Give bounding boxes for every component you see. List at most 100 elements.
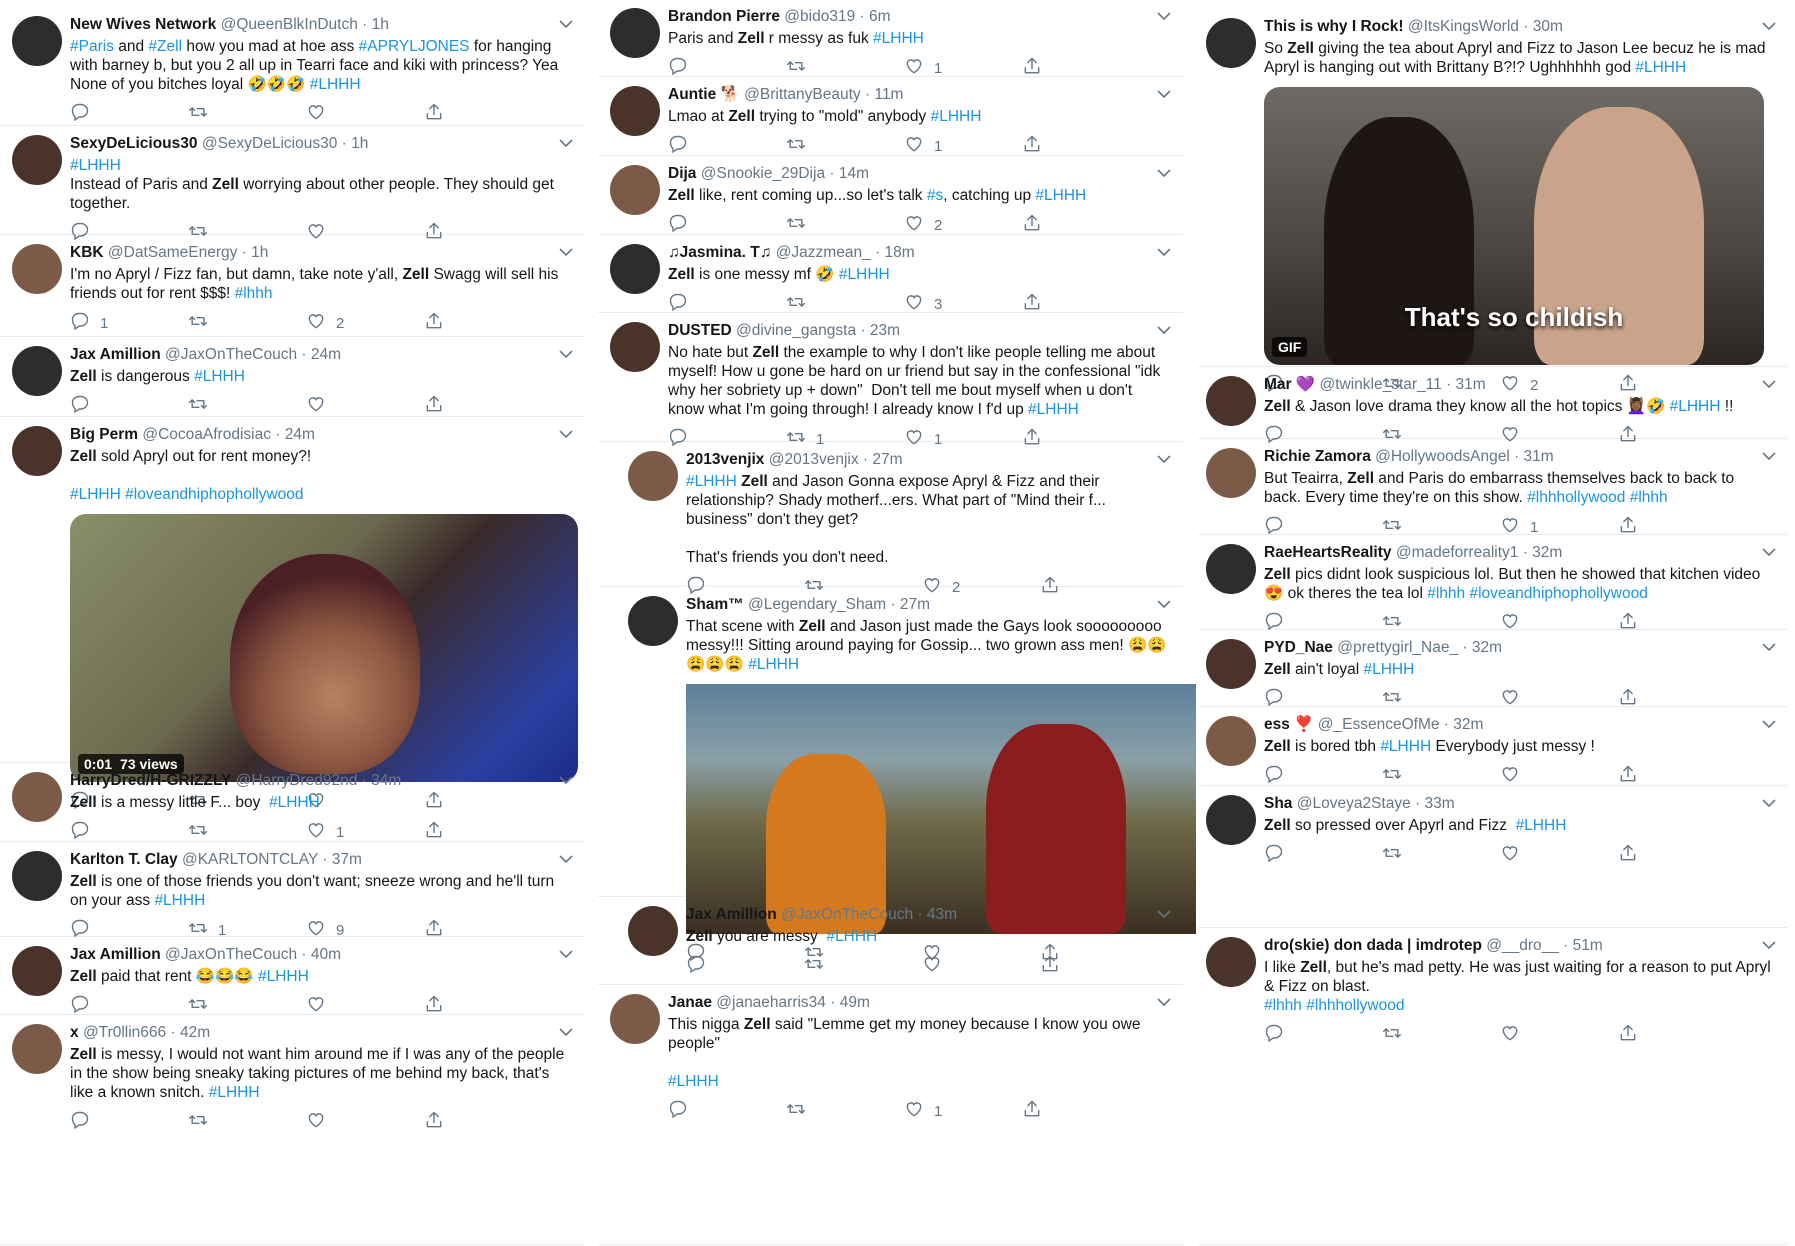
- share-button[interactable]: [1618, 764, 1638, 788]
- hashtag-link[interactable]: #LHHH: [1635, 59, 1686, 76]
- hashtag-link[interactable]: #lhhh: [235, 285, 273, 302]
- reply-button[interactable]: [668, 56, 698, 80]
- chevron-down-icon[interactable]: [1762, 376, 1776, 389]
- hashtag-link[interactable]: #LHHH: [1380, 738, 1431, 755]
- reply-button[interactable]: [668, 134, 698, 158]
- avatar[interactable]: [12, 135, 62, 185]
- share-button[interactable]: [1022, 134, 1042, 158]
- tweet-time[interactable]: · 11m: [865, 86, 903, 103]
- tweet-time[interactable]: · 14m: [829, 165, 869, 182]
- retweet-button[interactable]: [188, 102, 218, 126]
- avatar[interactable]: [610, 165, 660, 215]
- avatar[interactable]: [1206, 544, 1256, 594]
- like-button[interactable]: 1: [904, 134, 942, 158]
- author-handle[interactable]: @twinkle_star_11: [1319, 376, 1441, 393]
- tweet-time[interactable]: · 1h: [362, 16, 389, 33]
- avatar[interactable]: [628, 596, 678, 646]
- author-name[interactable]: Karlton T. Clay: [70, 851, 178, 868]
- tweet[interactable]: Brandon Pierre @bido319 · 6m Paris and Ze…: [598, 0, 1183, 77]
- like-button[interactable]: 1: [306, 820, 344, 844]
- retweet-button[interactable]: [786, 1099, 816, 1123]
- hashtag-link[interactable]: #s: [927, 187, 943, 204]
- tweet-time[interactable]: · 1h: [342, 135, 369, 152]
- tweet[interactable]: dro(skie) don dada | imdrotep @__dro__ ·…: [1198, 929, 1788, 1245]
- video-player[interactable]: 0:01 73 views: [70, 514, 578, 782]
- author-handle[interactable]: @_EssenceOfMe: [1318, 716, 1440, 733]
- like-button[interactable]: [922, 954, 952, 978]
- avatar[interactable]: [12, 244, 62, 294]
- retweet-button[interactable]: [786, 56, 816, 80]
- like-button[interactable]: [1500, 843, 1530, 867]
- author-name[interactable]: Dija: [668, 165, 696, 182]
- avatar[interactable]: [1206, 18, 1256, 68]
- avatar[interactable]: [610, 86, 660, 136]
- chevron-down-icon[interactable]: [1157, 244, 1171, 257]
- chevron-down-icon[interactable]: [559, 244, 573, 257]
- tweet[interactable]: x @Tr0llin666 · 42m Zell is messy, I woul…: [0, 1016, 585, 1245]
- author-handle[interactable]: @madeforreality1: [1396, 544, 1519, 561]
- tweet-time[interactable]: · 42m: [170, 1024, 210, 1041]
- tweet[interactable]: New Wives Network @QueenBlkInDutch · 1h #…: [0, 8, 585, 126]
- author-name[interactable]: This is why I Rock!: [1264, 18, 1404, 35]
- tweet-time[interactable]: · 31m: [1446, 376, 1486, 393]
- tweet[interactable]: ess ❣️ @_EssenceOfMe · 32m Zell is bored …: [1198, 708, 1788, 786]
- hashtag-link[interactable]: #LHHH: [70, 157, 121, 174]
- chevron-down-icon[interactable]: [1762, 448, 1776, 461]
- share-button[interactable]: [424, 820, 444, 844]
- chevron-down-icon[interactable]: [559, 772, 573, 785]
- tweet[interactable]: Dija @Snookie_29Dija · 14m Zell like, ren…: [598, 157, 1183, 235]
- share-button[interactable]: [424, 994, 444, 1018]
- tweet[interactable]: 2013venjix @2013venjix · 27m #LHHH Zell a…: [598, 443, 1183, 596]
- avatar[interactable]: [1206, 795, 1256, 845]
- chevron-down-icon[interactable]: [1157, 596, 1171, 609]
- author-handle[interactable]: @JaxOnTheCouch: [165, 346, 297, 363]
- author-name[interactable]: Sham™: [686, 596, 744, 613]
- author-name[interactable]: ♫Jasmina. T♫: [668, 244, 771, 261]
- tweet-time[interactable]: · 51m: [1563, 937, 1603, 954]
- reply-button[interactable]: [1264, 843, 1294, 867]
- chevron-down-icon[interactable]: [1762, 716, 1776, 729]
- avatar[interactable]: [12, 1024, 62, 1074]
- author-handle[interactable]: @bido319: [784, 8, 855, 25]
- author-name[interactable]: New Wives Network: [70, 16, 216, 33]
- avatar[interactable]: [1206, 376, 1256, 426]
- hashtag-link[interactable]: #lhhh: [1630, 489, 1668, 506]
- author-handle[interactable]: @BrittanyBeauty: [744, 86, 861, 103]
- author-name[interactable]: Jax Amillion: [70, 946, 161, 963]
- author-handle[interactable]: @JaxOnTheCouch: [165, 946, 297, 963]
- author-name[interactable]: dro(skie) don dada | imdrotep: [1264, 937, 1482, 954]
- chevron-down-icon[interactable]: [1762, 937, 1776, 950]
- avatar[interactable]: [610, 322, 660, 372]
- avatar[interactable]: [12, 851, 62, 901]
- share-button[interactable]: [1618, 843, 1638, 867]
- share-button[interactable]: [424, 394, 444, 418]
- author-handle[interactable]: @SexyDeLicious30: [202, 135, 338, 152]
- author-name[interactable]: Brandon Pierre: [668, 8, 780, 25]
- tweet[interactable]: RaeHeartsReality @madeforreality1 · 32m Z…: [1198, 536, 1788, 631]
- avatar[interactable]: [12, 946, 62, 996]
- tweet-time[interactable]: · 32m: [1444, 716, 1484, 733]
- hashtag-link[interactable]: #LHHH: [269, 794, 320, 811]
- author-name[interactable]: KBK: [70, 244, 104, 261]
- avatar[interactable]: [610, 994, 660, 1044]
- author-handle[interactable]: @CocoaAfrodisiac: [142, 426, 271, 443]
- retweet-button[interactable]: [804, 954, 834, 978]
- reply-button[interactable]: [70, 394, 100, 418]
- hashtag-link[interactable]: #Zell: [148, 38, 182, 55]
- hashtag-link[interactable]: #LHHH: [748, 656, 799, 673]
- author-name[interactable]: 2013venjix: [686, 451, 764, 468]
- share-button[interactable]: [1022, 292, 1042, 316]
- tweet-time[interactable]: · 27m: [890, 596, 930, 613]
- tweet[interactable]: HarryDred/H-GRIZZLY @HarryDred92nd · 34m…: [0, 764, 585, 842]
- author-name[interactable]: x: [70, 1024, 79, 1041]
- retweet-button[interactable]: [188, 394, 218, 418]
- author-name[interactable]: Mar 💜: [1264, 376, 1315, 393]
- author-handle[interactable]: @Jazzmean_: [776, 244, 871, 261]
- tweet[interactable]: Richie Zamora @HollywoodsAngel · 31m But …: [1198, 440, 1788, 536]
- hashtag-link[interactable]: #loveandhiphophollywood: [125, 486, 303, 503]
- tweet[interactable]: Mar 💜 @twinkle_star_11 · 31m Zell & Jason…: [1198, 368, 1788, 444]
- author-handle[interactable]: @Tr0llin666: [83, 1024, 166, 1041]
- author-handle[interactable]: @DatSameEnergy: [108, 244, 237, 261]
- author-handle[interactable]: @Snookie_29Dija: [701, 165, 825, 182]
- tweet[interactable]: KBK @DatSameEnergy · 1h I'm no Apryl / Fi…: [0, 236, 585, 337]
